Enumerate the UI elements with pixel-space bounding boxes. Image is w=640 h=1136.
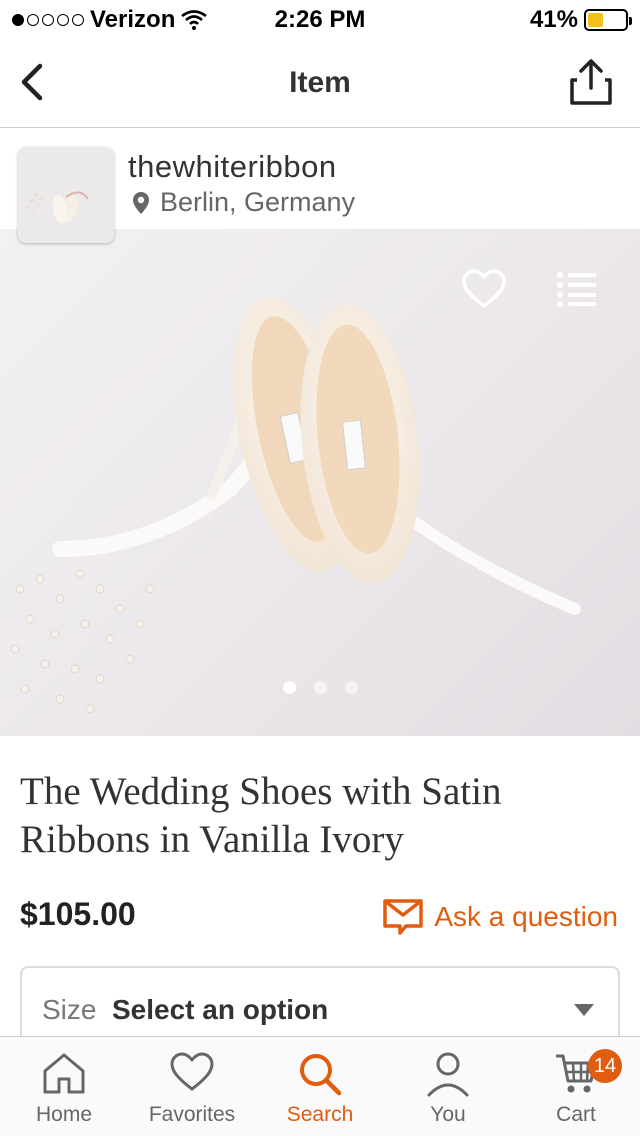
- tab-home-label: Home: [35, 1103, 93, 1126]
- shop-location: Berlin, Germany: [132, 187, 355, 218]
- shop-name[interactable]: thewhiteribbon: [128, 149, 337, 185]
- ask-question-label: Ask a question: [434, 901, 618, 932]
- tab-you[interactable]: You: [384, 1037, 512, 1136]
- pager-dot[interactable]: [344, 681, 358, 694]
- battery-icon: [584, 9, 632, 31]
- location-pin-icon: [133, 191, 149, 214]
- tab-favorites-label: Favorites: [148, 1103, 236, 1126]
- size-label: Size: [42, 994, 97, 1025]
- page-title: Item: [289, 66, 351, 99]
- user-icon: [427, 1052, 469, 1097]
- tab-search-label: Search: [286, 1103, 354, 1126]
- product-price: $105.00: [20, 896, 136, 932]
- tab-search[interactable]: Search: [256, 1037, 384, 1136]
- share-icon[interactable]: [568, 58, 614, 106]
- tab-bar: Home Favorites Search You 14 Cart: [0, 1036, 640, 1136]
- cart-count-badge: 14: [588, 1049, 622, 1083]
- size-value: Select an option: [112, 994, 329, 1025]
- tab-favorites[interactable]: Favorites: [128, 1037, 256, 1136]
- chevron-down-icon: [574, 1004, 594, 1016]
- tab-home[interactable]: Home: [0, 1037, 128, 1136]
- search-icon: [300, 1054, 342, 1096]
- image-pager-dots[interactable]: [0, 681, 640, 694]
- shop-avatar[interactable]: [18, 147, 114, 243]
- battery-percent: 41%: [529, 6, 578, 33]
- product-title: The Wedding Shoes with Satin Ribbons in …: [20, 770, 502, 861]
- heart-icon: [170, 1052, 214, 1091]
- product-photo: [10, 296, 581, 714]
- favorite-heart-icon[interactable]: [462, 269, 506, 309]
- home-icon: [43, 1053, 85, 1094]
- ask-question-link[interactable]: Ask a question: [382, 898, 618, 936]
- product-image[interactable]: [0, 229, 640, 736]
- message-icon: [383, 899, 424, 935]
- tab-you-label: You: [430, 1103, 466, 1126]
- shop-location-text: Berlin, Germany: [160, 187, 356, 217]
- add-to-list-icon[interactable]: [556, 271, 598, 307]
- status-right: 41%: [529, 6, 632, 34]
- pager-dot[interactable]: [282, 681, 296, 694]
- pager-dot[interactable]: [313, 681, 327, 694]
- battery-level: [588, 13, 603, 27]
- status-bar: Verizon 2:26 PM 41%: [0, 0, 640, 40]
- tab-cart-label: Cart: [556, 1103, 596, 1126]
- tab-cart[interactable]: 14 Cart: [512, 1037, 640, 1136]
- nav-bar: Item: [0, 40, 640, 128]
- shop-header[interactable]: thewhiteribbon Berlin, Germany: [0, 129, 640, 243]
